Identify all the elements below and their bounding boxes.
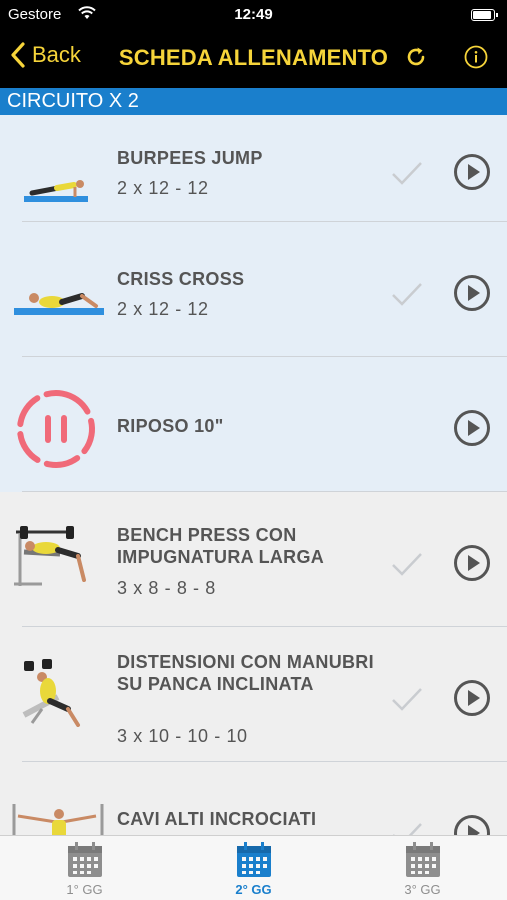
exercise-list[interactable]: BURPEES JUMP 2 x 12 - 12 CRISS CROSS 2 x… — [0, 115, 507, 835]
exercise-thumbnail — [14, 293, 104, 315]
exercise-thumbnail — [24, 180, 88, 202]
play-button[interactable] — [453, 679, 491, 717]
page-title: SCHEDA ALLENAMENTO — [118, 45, 389, 70]
exercise-reps: 2 x 12 - 12 — [117, 178, 209, 198]
exercise-name: BENCH PRESS CON IMPUGNATURA LARGA — [117, 525, 325, 567]
check-icon — [393, 823, 422, 835]
rest-label: RIPOSO 10" — [117, 416, 224, 436]
tab-label: 1° GG — [66, 882, 103, 897]
section-header: CIRCUITO X 2 — [0, 88, 507, 115]
exercise-name: BURPEES JUMP — [117, 148, 263, 168]
check-icon — [392, 162, 422, 185]
play-button[interactable] — [453, 544, 491, 582]
play-button[interactable] — [453, 153, 491, 191]
exercise-row[interactable]: CAVI ALTI INCROCIATI — [0, 762, 507, 835]
app: Gestore 12:49 Back SCHEDA ALLENAMENTO CI… — [0, 0, 507, 900]
info-icon — [464, 45, 488, 69]
exercise-row[interactable]: DISTENSIONI CON MANUBRI SU PANCA INCLINA… — [0, 627, 507, 762]
play-button[interactable] — [453, 409, 491, 447]
exercise-name: DISTENSIONI CON MANUBRI SU PANCA INCLINA… — [117, 652, 374, 694]
exercise-reps: 3 x 8 - 8 - 8 — [117, 578, 216, 598]
refresh-button[interactable] — [404, 45, 428, 69]
navigation-bar: Back SCHEDA ALLENAMENTO — [0, 30, 507, 88]
status-time: 12:49 — [234, 6, 273, 23]
check-icon — [392, 283, 422, 306]
tab-day-3[interactable]: 3° GG — [338, 836, 507, 900]
play-button[interactable] — [453, 274, 491, 312]
exercise-thumbnail — [12, 804, 104, 835]
tab-label: 3° GG — [404, 882, 441, 897]
exercise-name: CRISS CROSS — [117, 269, 245, 289]
battery-icon — [471, 9, 498, 21]
exercise-row[interactable]: BURPEES JUMP 2 x 12 - 12 — [0, 115, 507, 222]
play-button[interactable] — [453, 814, 491, 835]
tab-bar: 1° GG 2° GG 3° GG — [0, 835, 507, 900]
tab-day-1[interactable]: 1° GG — [0, 836, 169, 900]
exercise-thumbnail — [14, 526, 86, 586]
exercise-reps: 3 x 10 - 10 - 10 — [117, 726, 248, 746]
tab-day-2[interactable]: 2° GG — [169, 836, 338, 900]
exercise-row[interactable]: CRISS CROSS 2 x 12 - 12 — [0, 222, 507, 357]
tab-label: 2° GG — [235, 882, 272, 897]
refresh-icon — [407, 47, 425, 66]
exercise-thumbnail — [22, 659, 80, 727]
top-bar: Gestore 12:49 Back SCHEDA ALLENAMENTO — [0, 0, 507, 88]
exercise-row[interactable]: BENCH PRESS CON IMPUGNATURA LARGA 3 x 8 … — [0, 492, 507, 627]
calendar-icon — [68, 842, 102, 877]
rest-row[interactable]: RIPOSO 10" — [0, 357, 507, 492]
pause-timer-icon — [17, 390, 95, 468]
check-icon — [392, 688, 422, 711]
status-bar: Gestore 12:49 — [0, 0, 507, 30]
calendar-icon — [406, 842, 440, 877]
exercise-reps: 2 x 12 - 12 — [117, 299, 209, 319]
check-icon — [392, 553, 422, 576]
calendar-icon — [237, 842, 271, 877]
exercise-name: CAVI ALTI INCROCIATI — [117, 809, 317, 829]
info-button[interactable] — [464, 45, 488, 69]
